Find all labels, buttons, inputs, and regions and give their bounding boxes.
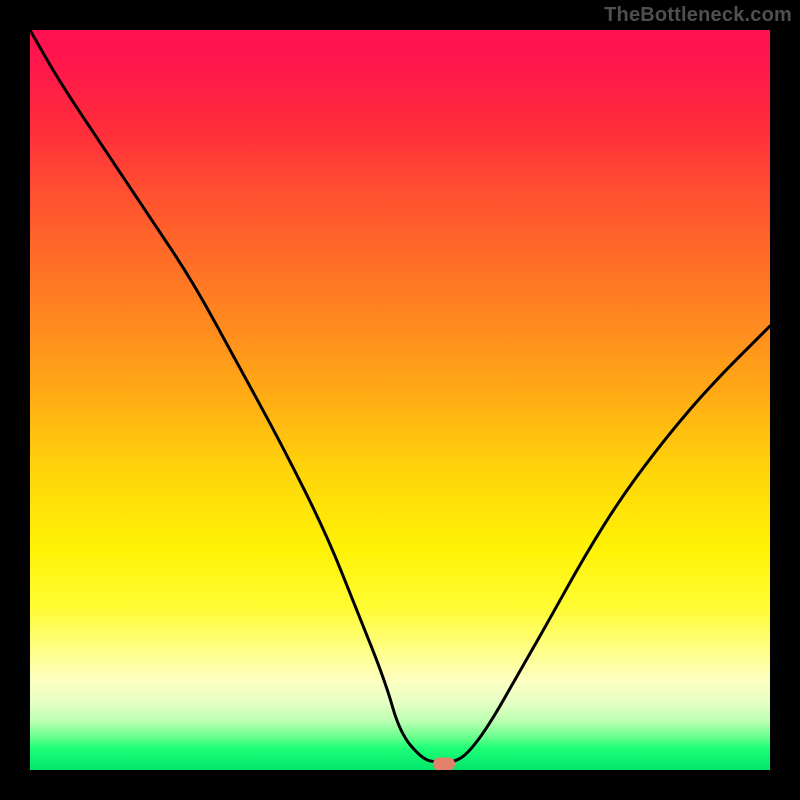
curve-svg: [30, 30, 770, 770]
watermark-label: TheBottleneck.com: [604, 4, 792, 27]
bottleneck-curve: [30, 30, 770, 763]
plot-area: [30, 30, 770, 770]
chart-frame: TheBottleneck.com: [0, 0, 800, 800]
optimum-marker: [433, 758, 455, 770]
